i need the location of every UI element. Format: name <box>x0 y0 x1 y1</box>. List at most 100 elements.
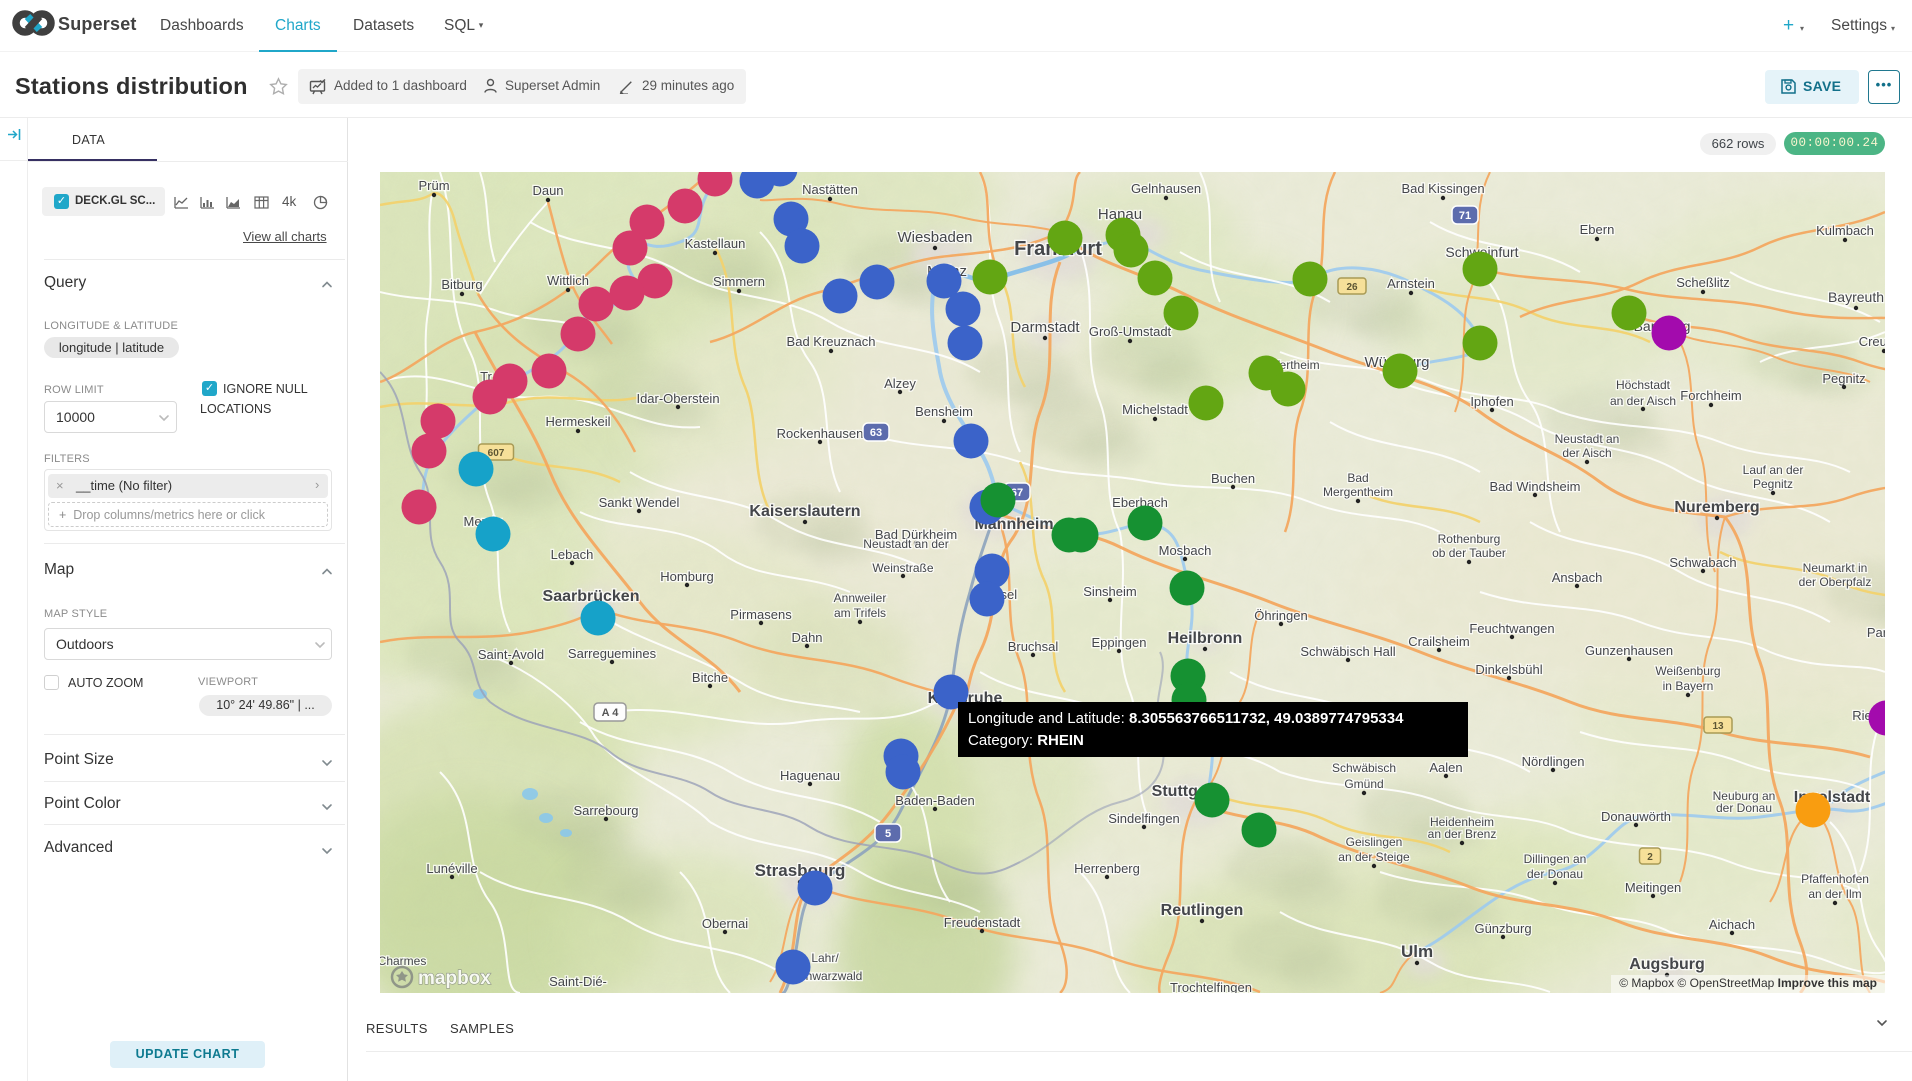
svg-text:13: 13 <box>1712 721 1724 732</box>
svg-text:Lauf an der: Lauf an der <box>1743 463 1804 477</box>
svg-text:Scheßlitz: Scheßlitz <box>1676 275 1729 290</box>
svg-text:Rothenburg: Rothenburg <box>1438 532 1501 546</box>
svg-text:Aichach: Aichach <box>1709 917 1755 932</box>
svg-text:Par: Par <box>1867 625 1885 640</box>
svg-text:Kulmbach: Kulmbach <box>1816 223 1874 238</box>
svg-text:in Bayern: in Bayern <box>1663 679 1714 693</box>
svg-text:Prüm: Prüm <box>418 178 449 193</box>
svg-text:Bayreuth: Bayreuth <box>1828 289 1884 305</box>
svg-text:Pegnitz: Pegnitz <box>1753 477 1793 491</box>
svg-text:Dahn: Dahn <box>791 630 822 645</box>
svg-text:Ansbach: Ansbach <box>1552 570 1603 585</box>
svg-text:Nastätten: Nastätten <box>802 182 858 197</box>
svg-text:Pfaffenhofen: Pfaffenhofen <box>1801 872 1869 886</box>
svg-text:Groß-Umstadt: Groß-Umstadt <box>1089 324 1172 339</box>
svg-text:der Donau: der Donau <box>1527 867 1583 881</box>
svg-text:Herrenberg: Herrenberg <box>1074 861 1140 876</box>
svg-text:Pegnitz: Pegnitz <box>1822 371 1865 386</box>
svg-text:Ebern: Ebern <box>1580 222 1615 237</box>
svg-text:Schwäbisch: Schwäbisch <box>1332 761 1396 775</box>
svg-text:Gelnhausen: Gelnhausen <box>1131 181 1201 196</box>
svg-text:Bad Kreuznach: Bad Kreuznach <box>787 334 876 349</box>
svg-text:an der Steige: an der Steige <box>1338 850 1410 864</box>
svg-text:Geislingen: Geislingen <box>1346 835 1403 849</box>
svg-text:Meitingen: Meitingen <box>1625 880 1681 895</box>
svg-text:ob der Tauber: ob der Tauber <box>1432 546 1506 560</box>
svg-text:Freudenstadt: Freudenstadt <box>944 915 1021 930</box>
svg-text:Reutlingen: Reutlingen <box>1161 902 1244 919</box>
svg-text:5: 5 <box>885 828 891 840</box>
svg-text:Creußen: Creußen <box>1859 334 1885 349</box>
svg-text:Aalen: Aalen <box>1429 760 1462 775</box>
svg-text:63: 63 <box>870 427 882 439</box>
svg-text:Augsburg: Augsburg <box>1629 956 1705 973</box>
svg-text:Schwäbisch Hall: Schwäbisch Hall <box>1300 644 1395 659</box>
svg-text:Dinkelsbühl: Dinkelsbühl <box>1475 662 1542 677</box>
svg-text:der Oberpfalz: der Oberpfalz <box>1799 575 1872 589</box>
svg-text:Feuchtwangen: Feuchtwangen <box>1469 621 1554 636</box>
svg-text:Donauwörth: Donauwörth <box>1601 809 1671 824</box>
svg-text:Sankt Wendel: Sankt Wendel <box>599 495 680 510</box>
svg-text:Darmstadt: Darmstadt <box>1010 319 1080 336</box>
svg-text:Homburg: Homburg <box>660 569 713 584</box>
svg-text:Annweiler: Annweiler <box>834 591 887 605</box>
svg-text:Bitche: Bitche <box>692 670 728 685</box>
svg-text:Simmern: Simmern <box>713 274 765 289</box>
svg-text:Wiesbaden: Wiesbaden <box>897 229 972 246</box>
svg-text:Höchstadt: Höchstadt <box>1616 378 1671 392</box>
svg-text:Nuremberg: Nuremberg <box>1674 499 1759 516</box>
svg-text:Hermeskeil: Hermeskeil <box>545 414 610 429</box>
svg-text:Öhringen: Öhringen <box>1254 608 1307 623</box>
svg-text:Ulm: Ulm <box>1401 942 1433 961</box>
svg-text:Kaiserslautern: Kaiserslautern <box>749 503 860 520</box>
svg-text:Bad Windsheim: Bad Windsheim <box>1489 479 1580 494</box>
svg-text:Obernai: Obernai <box>702 916 748 931</box>
svg-text:Bitburg: Bitburg <box>441 277 482 292</box>
svg-text:Sarrebourg: Sarrebourg <box>573 803 638 818</box>
svg-text:Sarreguemines: Sarreguemines <box>568 646 657 661</box>
svg-text:Heilbronn: Heilbronn <box>1168 630 1243 647</box>
svg-text:607: 607 <box>488 448 505 459</box>
svg-text:Günzburg: Günzburg <box>1474 921 1531 936</box>
svg-text:2: 2 <box>1647 852 1653 863</box>
svg-text:A 4: A 4 <box>602 707 620 719</box>
svg-text:Michelstadt: Michelstadt <box>1122 402 1188 417</box>
svg-text:Sindelfingen: Sindelfingen <box>1108 811 1180 826</box>
svg-text:Saint-Dié-: Saint-Dié- <box>549 974 607 989</box>
svg-text:Daun: Daun <box>532 183 563 198</box>
svg-text:Forchheim: Forchheim <box>1680 388 1741 403</box>
svg-text:Gmünd: Gmünd <box>1344 777 1383 791</box>
svg-text:Weinstraße: Weinstraße <box>872 561 933 575</box>
svg-text:Haguenau: Haguenau <box>780 768 840 783</box>
svg-text:Sinsheim: Sinsheim <box>1083 584 1136 599</box>
svg-text:Saint-Avold: Saint-Avold <box>478 647 544 662</box>
svg-text:Bruchsal: Bruchsal <box>1008 639 1059 654</box>
svg-text:Nördlingen: Nördlingen <box>1522 754 1585 769</box>
svg-text:Crailsheim: Crailsheim <box>1408 634 1469 649</box>
svg-text:Kastellaun: Kastellaun <box>685 236 746 251</box>
svg-text:Dillingen an: Dillingen an <box>1524 852 1587 866</box>
svg-text:Mosbach: Mosbach <box>1159 543 1212 558</box>
svg-text:Idar-Oberstein: Idar-Oberstein <box>636 391 719 406</box>
svg-text:an der Brenz: an der Brenz <box>1428 827 1497 841</box>
svg-text:Weißenburg: Weißenburg <box>1655 664 1720 678</box>
svg-text:Iphofen: Iphofen <box>1470 394 1513 409</box>
svg-text:Rockenhausen: Rockenhausen <box>777 426 864 441</box>
svg-text:Bad Kissingen: Bad Kissingen <box>1401 181 1484 196</box>
svg-text:mapbox: mapbox <box>418 968 491 989</box>
svg-text:der Donau: der Donau <box>1716 801 1772 815</box>
svg-text:Lebach: Lebach <box>551 547 594 562</box>
svg-text:Buchen: Buchen <box>1211 471 1255 486</box>
svg-text:Arnstein: Arnstein <box>1387 276 1435 291</box>
svg-text:Baden-Baden: Baden-Baden <box>895 793 975 808</box>
svg-text:Lunéville: Lunéville <box>426 861 477 876</box>
svg-text:Eppingen: Eppingen <box>1092 635 1147 650</box>
svg-text:Lahr/: Lahr/ <box>811 951 839 965</box>
svg-text:Alzey: Alzey <box>884 376 916 391</box>
svg-text:der Aisch: der Aisch <box>1562 446 1611 460</box>
svg-text:Neumarkt in: Neumarkt in <box>1803 561 1868 575</box>
svg-text:Bensheim: Bensheim <box>915 404 973 419</box>
svg-text:Wittlich: Wittlich <box>547 273 589 288</box>
svg-text:am Trifels: am Trifels <box>834 606 886 620</box>
svg-text:Bad: Bad <box>1347 471 1368 485</box>
